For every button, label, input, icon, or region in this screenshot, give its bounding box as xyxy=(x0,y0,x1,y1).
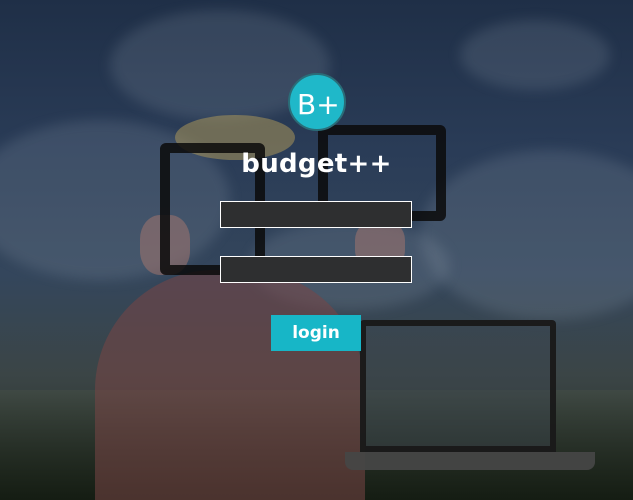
login-panel: B++ budget++ login xyxy=(0,0,633,500)
username-input[interactable] xyxy=(220,201,412,228)
logo: B++ xyxy=(288,73,346,131)
login-screen: B++ budget++ login xyxy=(0,0,633,500)
svg-text:B++: B++ xyxy=(297,88,340,121)
password-input[interactable] xyxy=(220,256,412,283)
b-plus-plus-logo-icon: B++ xyxy=(297,88,340,121)
app-title: budget++ xyxy=(241,149,392,179)
login-button[interactable]: login xyxy=(271,315,361,351)
